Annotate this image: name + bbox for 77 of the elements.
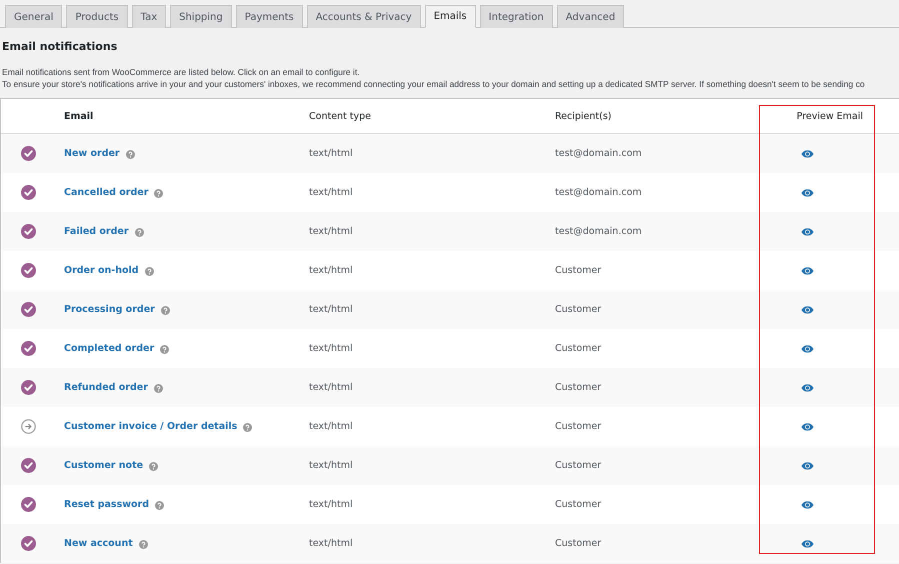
eye-icon[interactable] [801,422,814,430]
settings-tab[interactable]: Integration [480,5,553,28]
column-header: Preview Email [796,110,863,122]
eye-icon[interactable] [801,228,814,236]
table-cell: test@domain.com [555,226,642,237]
table-row[interactable]: New order text/html test@domain.com [1,134,899,173]
settings-tab[interactable]: Accounts & Privacy [306,5,421,28]
email-link[interactable]: Customer invoice / Order details [64,421,238,432]
help-icon[interactable] [155,501,164,510]
table-row[interactable]: Refunded order text/html Customer [1,368,899,407]
help-icon[interactable] [144,267,154,276]
table-cell: text/html [309,382,353,393]
settings-tab[interactable]: Payments [236,5,303,28]
eye-icon[interactable] [801,266,814,274]
section-heading: Email notifications [2,40,118,53]
table-cell: text/html [309,421,353,432]
table-cell: Customer [555,460,602,471]
table-cell: Customer [555,421,602,432]
table-row[interactable]: Customer note text/html Customer [1,446,899,485]
table-cell: test@domain.com [555,187,642,198]
column-header: Recipient(s) [555,110,612,122]
email-link[interactable]: Order on-hold [64,265,139,276]
table-cell: Customer [555,304,602,315]
eye-icon[interactable] [801,540,814,548]
email-link[interactable]: Processing order [64,304,155,315]
table-cell: text/html [309,304,353,315]
settings-tab[interactable]: General [5,5,62,28]
email-link[interactable]: New order [64,148,120,159]
table-cell: text/html [309,343,353,354]
help-icon[interactable] [138,540,148,549]
help-icon[interactable] [243,423,252,432]
help-icon[interactable] [160,306,170,315]
column-header: Email [64,110,94,122]
email-link[interactable]: Cancelled order [64,187,148,198]
eye-icon[interactable] [801,188,814,196]
eye-icon[interactable] [801,384,814,392]
help-icon[interactable] [134,228,144,237]
table-cell: text/html [309,499,353,510]
table-cell: Customer [555,382,602,393]
help-icon[interactable] [149,462,158,471]
settings-tab[interactable]: Shipping [170,5,232,28]
table-cell: Customer [555,538,602,549]
table-cell: text/html [309,226,353,237]
eye-icon[interactable] [801,500,814,508]
email-link[interactable]: Reset password [64,499,150,510]
column-header: Content type [309,110,372,122]
table-cell: text/html [309,187,353,198]
help-icon[interactable] [154,189,164,198]
email-link[interactable]: Failed order [64,226,129,237]
eye-icon[interactable] [801,344,814,352]
table-cell: text/html [309,148,353,159]
table-cell: text/html [309,265,353,276]
eye-icon[interactable] [801,306,814,314]
table-row[interactable]: New account text/html Customer [1,524,899,563]
help-icon[interactable] [160,345,170,354]
table-cell: test@domain.com [555,148,642,159]
settings-tab[interactable]: Products [66,5,128,28]
email-link[interactable]: Completed order [64,343,154,354]
settings-tab[interactable]: Emails [424,5,476,28]
settings-tab[interactable]: Advanced [556,5,624,28]
email-link[interactable]: Customer note [64,460,144,471]
table-cell: Customer [555,499,602,510]
table-cell: text/html [309,538,353,549]
table-row[interactable]: Processing order text/html Customer [1,290,899,329]
email-link[interactable]: Refunded order [64,382,148,393]
description-text: Email notifications sent from WooCommerce are listed below. Click on an email to configure it. [2,66,361,78]
table-cell: text/html [309,460,353,471]
table-cell: Customer [555,265,602,276]
settings-tab[interactable]: Tax [132,5,166,28]
eye-icon[interactable] [801,150,814,158]
help-icon[interactable] [154,384,163,393]
description-text: To ensure your store's notifications arrive in your and your customers' inboxes, we recommend connecting your email address to your domain and setting up a dedicated SMTP server. If something doesn't seem to be sending co [2,78,866,90]
eye-icon[interactable] [801,462,814,470]
email-link[interactable]: New account [64,538,133,549]
table-row[interactable]: Failed order text/html test@domain.com [1,212,899,251]
help-icon[interactable] [126,150,135,159]
table-cell: Customer [555,343,602,354]
